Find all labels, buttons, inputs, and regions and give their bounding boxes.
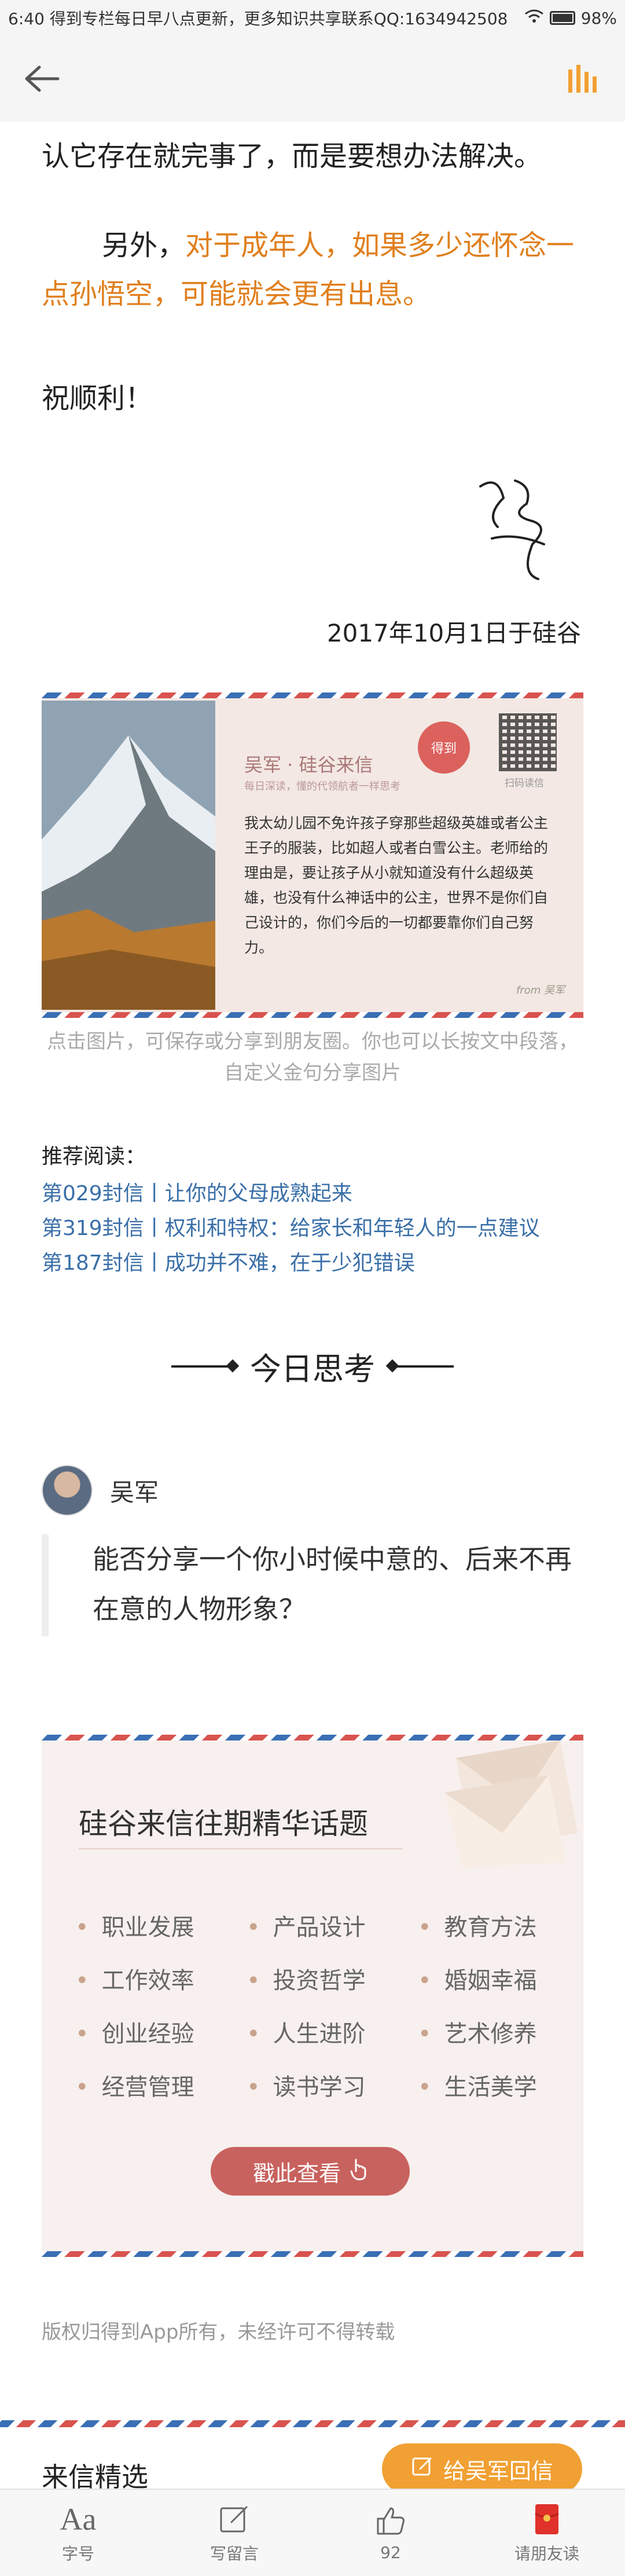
- topic-item[interactable]: 经营管理: [75, 2068, 194, 2102]
- mountain-photo: [42, 701, 215, 1010]
- font-size-label: 字号: [61, 2544, 94, 2563]
- like-button[interactable]: 92: [312, 2490, 469, 2576]
- edit-icon: [411, 2455, 434, 2483]
- status-notice-area: 6:40 得到专栏每日早八点更新，更多知识共享联系QQ:1634942508: [8, 6, 524, 30]
- card-quote-text: 我太幼儿园不免许孩子穿那些超级英雄或者公主王子的服装，比如超人或者白雪公主。老师…: [244, 815, 549, 956]
- share-letter-card[interactable]: 得到 扫码读信 吴军 · 硅谷来信 每日深读，懂的代领航者一样思考 我太幼儿园不…: [42, 692, 583, 1018]
- topic-item[interactable]: 婚姻幸福: [418, 1962, 537, 1995]
- like-count: 92: [380, 2543, 401, 2562]
- status-notice: 得到专栏每日早八点更新，更多知识共享联系QQ:1634942508: [49, 9, 508, 28]
- topic-item[interactable]: 创业经验: [75, 2015, 194, 2049]
- article-date: 2017年10月1日于硅谷: [326, 619, 581, 647]
- qr-code-icon: [499, 713, 557, 771]
- red-envelope-icon: [534, 2502, 560, 2537]
- topic-item[interactable]: 读书学习: [247, 2068, 366, 2102]
- status-time: 6:40: [8, 9, 45, 28]
- status-bar: 6:40 得到专栏每日早八点更新，更多知识共享联系QQ:1634942508 9…: [0, 0, 625, 36]
- avatar[interactable]: [42, 1465, 93, 1516]
- topics-card: 硅谷来信往期精华话题 职业发展 产品设计 教育方法 工作效率 投资哲学 婚姻幸福…: [42, 1735, 583, 2257]
- thinking-header: 今日思考: [0, 1343, 625, 1389]
- divider-left: [171, 1365, 235, 1368]
- card-author: from 吴军: [516, 984, 565, 996]
- author-name: 吴军: [110, 1478, 159, 1507]
- postmark-stamp: 得到: [418, 721, 470, 774]
- invite-friend-button[interactable]: 请朋友读: [469, 2490, 625, 2576]
- airmail-border-bottom: [42, 2251, 583, 2257]
- battery-icon: [549, 11, 575, 25]
- audio-bars-button[interactable]: [565, 61, 602, 96]
- airmail-divider: [0, 2420, 625, 2427]
- qr-code-label: 扫码读信: [505, 778, 544, 789]
- compose-icon: [219, 2502, 250, 2537]
- topic-item[interactable]: 人生进阶: [247, 2015, 366, 2049]
- topic-item[interactable]: 生活美学: [418, 2068, 537, 2102]
- divider-right: [390, 1365, 454, 1368]
- recommended-link[interactable]: 第029封信丨让你的父母成熟起来: [42, 1177, 352, 1207]
- article-paragraph-2: 另外，对于成年人，如果多少还怀念一点孙悟空，可能就会更有出息。: [42, 221, 583, 318]
- topic-item[interactable]: 艺术修养: [418, 2015, 537, 2049]
- topic-item[interactable]: 教育方法: [418, 1908, 537, 1942]
- author-signature-image: [463, 463, 567, 591]
- copyright-notice: 版权归得到App所有，未经许可不得转载: [42, 2321, 395, 2344]
- closing-greeting: 祝顺利！: [42, 382, 153, 415]
- card-title: 吴军 · 硅谷来信: [244, 754, 373, 776]
- thinking-question: 能否分享一个你小时候中意的、后来不再在意的人物形象？: [42, 1534, 583, 1636]
- write-comment-label: 写留言: [209, 2544, 259, 2563]
- recommended-title: 推荐阅读：: [42, 1145, 146, 1168]
- recommended-link[interactable]: 第187封信丨成功并不难，在于少犯错误: [42, 1246, 415, 1276]
- thumbs-up-icon: [374, 2504, 407, 2538]
- topic-item[interactable]: 职业发展: [75, 1908, 194, 1942]
- recommended-link[interactable]: 第319封信丨权利和特权：给家长和年轻人的一点建议: [42, 1211, 540, 1241]
- card-caption: 点击图片，可保存或分享到朋友圈。你也可以长按文中段落，自定义金句分享图片: [47, 1030, 578, 1084]
- article-paragraph-1: 认它存在就完事了，而是要想办法解决。: [42, 140, 542, 173]
- top-nav: [0, 36, 625, 122]
- write-comment-button[interactable]: 写留言: [156, 2490, 312, 2576]
- wifi-icon: [524, 9, 544, 28]
- topic-item[interactable]: 投资哲学: [247, 1962, 366, 1995]
- font-size-icon: Aa: [60, 2501, 97, 2537]
- topics-title: 硅谷来信往期精华话题: [79, 1807, 368, 1841]
- view-topics-button[interactable]: 戳此查看: [211, 2147, 410, 2196]
- view-topics-label: 戳此查看: [252, 2160, 341, 2186]
- topic-item[interactable]: 产品设计: [247, 1908, 366, 1942]
- thinking-title: 今日思考: [250, 1351, 375, 1387]
- topics-title-underline: [79, 1848, 403, 1849]
- reply-button-label: 给吴军回信: [443, 2458, 553, 2484]
- battery-level: 98%: [580, 8, 617, 28]
- reply-letter-button[interactable]: 给吴军回信: [382, 2443, 582, 2494]
- envelope-icon: [433, 1735, 583, 1868]
- font-size-button[interactable]: Aa 字号: [0, 2490, 156, 2576]
- bottom-toolbar: Aa 字号 写留言 92 请朋友读: [0, 2489, 625, 2576]
- audio-bars-icon: [568, 65, 597, 93]
- thinking-author[interactable]: 吴军: [42, 1465, 159, 1516]
- airmail-border-bottom: [42, 1012, 583, 1018]
- topic-item[interactable]: 工作效率: [75, 1962, 194, 1995]
- back-arrow-icon: [25, 65, 60, 92]
- tap-hand-icon: [349, 2157, 367, 2186]
- back-button[interactable]: [22, 61, 62, 96]
- paragraph-2-lead: 另外，: [102, 229, 186, 262]
- invite-friend-label: 请朋友读: [514, 2544, 579, 2563]
- status-indicators: 98%: [524, 9, 617, 28]
- airmail-border-top: [42, 692, 583, 698]
- card-subtitle: 每日深读，懂的代领航者一样思考: [244, 781, 400, 793]
